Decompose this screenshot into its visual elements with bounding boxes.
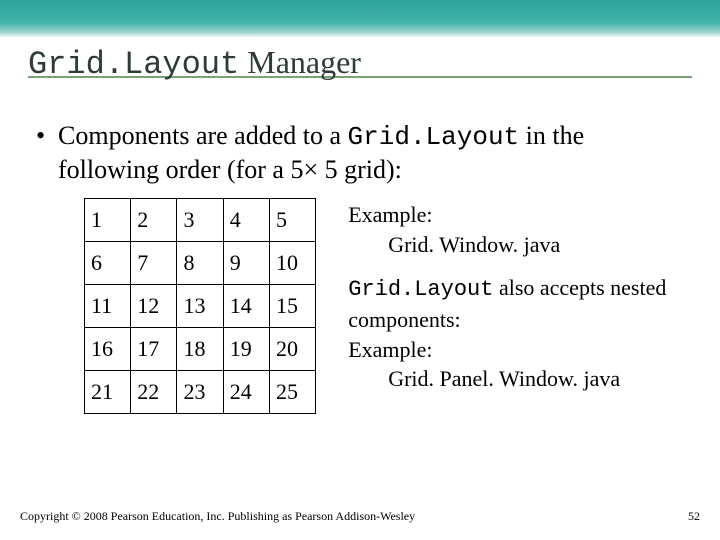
example-1-label: Example: [348,200,690,230]
table-row: 11 12 13 14 15 [85,285,316,328]
bullet-block: • Components are added to a Grid.Layout … [36,120,684,186]
cell: 16 [85,328,131,371]
cell: 17 [131,328,177,371]
bullet-pre: Components are added to a [58,121,348,150]
content-row: 1 2 3 4 5 6 7 8 9 10 11 12 13 14 15 16 [84,198,690,414]
slide: Grid.Layout Manager • Components are add… [0,0,720,540]
cell: 4 [223,199,269,242]
cell: 21 [85,371,131,414]
cell: 1 [85,199,131,242]
cell: 19 [223,328,269,371]
cell: 18 [177,328,223,371]
cell: 20 [269,328,315,371]
order-grid: 1 2 3 4 5 6 7 8 9 10 11 12 13 14 15 16 [84,198,316,414]
table-row: 1 2 3 4 5 [85,199,316,242]
cell: 12 [131,285,177,328]
cell: 23 [177,371,223,414]
bullet-mono: Grid.Layout [348,122,520,152]
cell: 6 [85,242,131,285]
cell: 3 [177,199,223,242]
cell: 22 [131,371,177,414]
cell: 25 [269,371,315,414]
footer: Copyright © 2008 Pearson Education, Inc.… [20,509,700,524]
example-2-label: Example: [348,335,690,365]
header-band [0,0,720,38]
cell: 13 [177,285,223,328]
note-line-2-mono: Grid.Layout [348,277,493,302]
cell: 7 [131,242,177,285]
cell: 8 [177,242,223,285]
slide-title: Grid.Layout Manager [28,44,361,83]
bullet-dot: • [36,120,58,186]
cell: 2 [131,199,177,242]
cell: 10 [269,242,315,285]
example-2-value: Grid. Panel. Window. java [348,364,690,394]
table-row: 21 22 23 24 25 [85,371,316,414]
cell: 14 [223,285,269,328]
title-plain: Manager [239,44,361,80]
title-mono: Grid.Layout [28,46,239,83]
table-row: 16 17 18 19 20 [85,328,316,371]
cell: 15 [269,285,315,328]
copyright-text: Copyright © 2008 Pearson Education, Inc.… [20,509,415,524]
cell: 11 [85,285,131,328]
cell: 24 [223,371,269,414]
bullet-text: Components are added to a Grid.Layout in… [58,120,684,186]
note-line-2: Grid.Layout also accepts nested componen… [348,273,690,334]
page-number: 52 [688,509,700,524]
table-row: 6 7 8 9 10 [85,242,316,285]
cell: 5 [269,199,315,242]
example-1-value: Grid. Window. java [348,230,690,260]
cell: 9 [223,242,269,285]
side-notes: Example: Grid. Window. java Grid.Layout … [348,198,690,414]
